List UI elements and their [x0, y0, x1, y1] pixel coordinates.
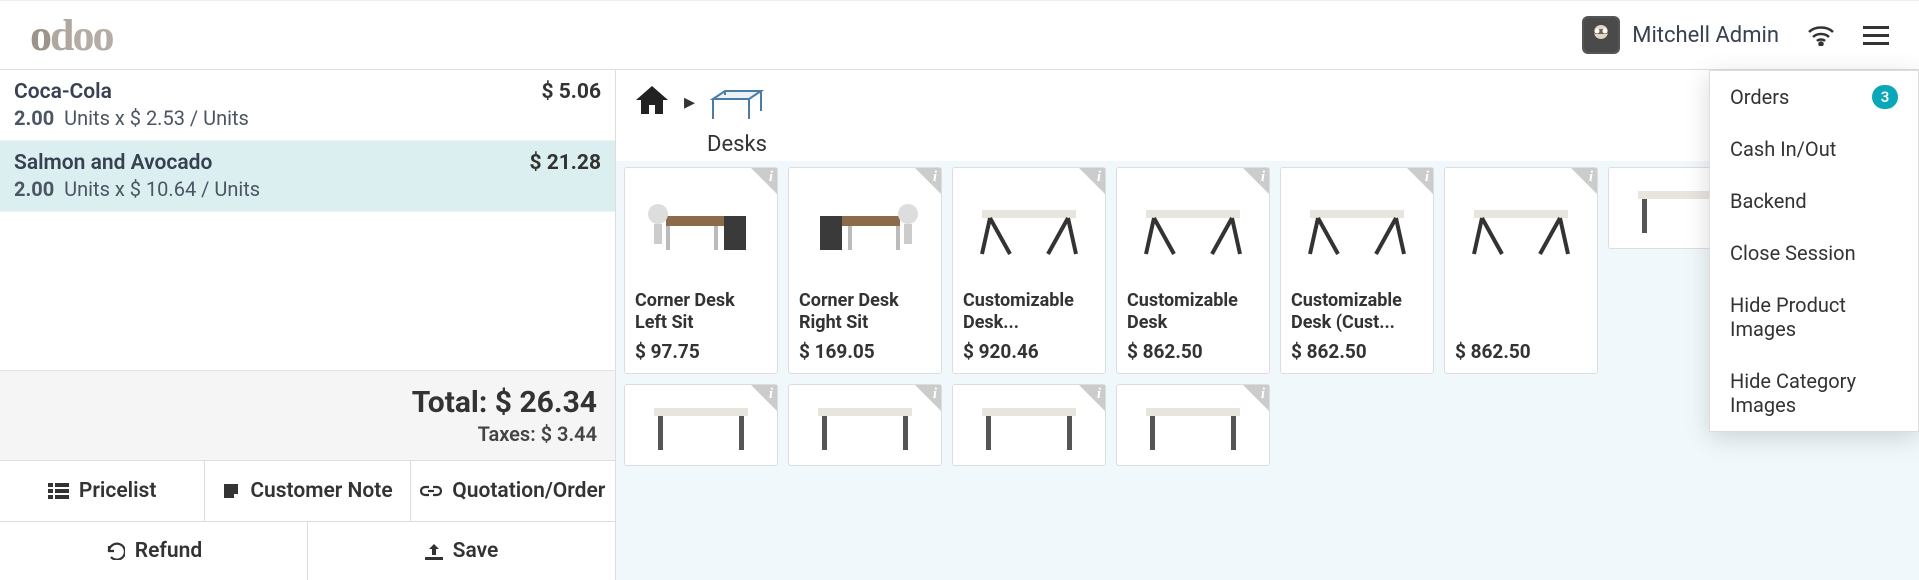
order-line[interactable]: Salmon and Avocado $ 21.282.00 Units x $ … [0, 141, 615, 212]
info-icon[interactable]: i [769, 169, 773, 186]
info-icon[interactable]: i [1261, 169, 1265, 186]
info-icon[interactable]: i [933, 386, 937, 403]
line-product-name: Salmon and Avocado [14, 151, 212, 175]
info-icon[interactable]: i [1261, 386, 1265, 403]
quotation-button[interactable]: Quotation/Order [411, 461, 615, 521]
product-price: $ 862.50 [1291, 340, 1423, 363]
product-price: $ 862.50 [1455, 340, 1587, 363]
info-icon[interactable]: i [1097, 386, 1101, 403]
topbar: odoo Mitchell Admin [0, 0, 1919, 70]
note-icon [222, 482, 240, 500]
product-card[interactable]: i [624, 384, 778, 466]
product-price: $ 862.50 [1127, 340, 1259, 363]
product-image: i [789, 385, 941, 465]
username: Mitchell Admin [1632, 23, 1779, 48]
product-name: Customizable Desk... [963, 290, 1095, 334]
link-icon [420, 485, 442, 497]
avatar [1582, 16, 1620, 54]
line-subtotal: $ 5.06 [541, 80, 601, 104]
info-icon[interactable]: i [933, 169, 937, 186]
product-image: i [625, 168, 777, 282]
customer-note-button[interactable]: Customer Note [205, 461, 410, 521]
info-icon[interactable]: i [769, 386, 773, 403]
menu-hide-category-images[interactable]: Hide Category Images [1710, 355, 1918, 431]
product-image: i [1117, 385, 1269, 465]
order-lines: Coca-Cola $ 5.062.00 Units x $ 2.53 / Uni… [0, 70, 615, 212]
taxes-value: $ 3.44 [541, 422, 597, 446]
product-image: i [625, 385, 777, 465]
product-card[interactable]: i Customizable Desk... $ 920.46 [952, 167, 1106, 374]
product-image: i [1281, 168, 1433, 282]
product-card[interactable]: i Customizable Desk (Cust... $ 862.50 [1280, 167, 1434, 374]
save-button[interactable]: Save [308, 522, 615, 580]
product-card[interactable]: i Customizable Desk (Custom,... $ 862.50 [1116, 167, 1270, 374]
info-icon[interactable]: i [1425, 169, 1429, 186]
info-icon[interactable]: i [1589, 169, 1593, 186]
main-menu-dropdown: Orders 3 Cash In/Out Backend Close Sessi… [1709, 70, 1919, 432]
order-line[interactable]: Coca-Cola $ 5.062.00 Units x $ 2.53 / Uni… [0, 70, 615, 141]
product-name: Corner Desk Right Sit [799, 290, 931, 334]
desk-icon [709, 80, 765, 130]
product-panel: ▸ Desks i Corner Desk Left Sit $ 97.75 i Cor… [616, 70, 1919, 580]
user-chip[interactable]: Mitchell Admin [1582, 16, 1779, 54]
product-card[interactable]: i $ 862.50 [1444, 167, 1598, 374]
product-price: $ 169.05 [799, 340, 931, 363]
product-price: $ 920.46 [963, 340, 1095, 363]
line-detail: 2.00 Units x $ 10.64 / Units [14, 177, 601, 201]
total-value: $ 26.34 [495, 385, 597, 420]
menu-orders[interactable]: Orders 3 [1710, 71, 1918, 123]
product-name: Customizable Desk (Cust... [1291, 290, 1423, 334]
line-detail: 2.00 Units x $ 2.53 / Units [14, 106, 601, 130]
line-subtotal: $ 21.28 [529, 151, 601, 175]
product-name [1455, 290, 1587, 334]
product-name: Customizable Desk (Custom,... [1127, 290, 1259, 334]
product-card[interactable]: i [1116, 384, 1270, 466]
product-card[interactable]: i Corner Desk Left Sit $ 97.75 [624, 167, 778, 374]
product-price: $ 97.75 [635, 340, 767, 363]
action-row-2: Refund Save [0, 521, 615, 580]
breadcrumb-home[interactable] [632, 80, 672, 120]
list-icon [48, 482, 69, 500]
product-image: i [1117, 168, 1269, 282]
menu-backend[interactable]: Backend [1710, 175, 1918, 227]
product-card[interactable]: i Corner Desk Right Sit $ 169.05 [788, 167, 942, 374]
order-panel: Coca-Cola $ 5.062.00 Units x $ 2.53 / Uni… [0, 70, 616, 580]
product-image: i [953, 168, 1105, 282]
hamburger-icon[interactable] [1863, 24, 1889, 46]
info-icon[interactable]: i [1097, 169, 1101, 186]
product-image: i [953, 385, 1105, 465]
order-totals: Total: $ 26.34 Taxes: $ 3.44 [0, 370, 615, 460]
upload-icon [425, 542, 443, 560]
orders-badge: 3 [1872, 85, 1898, 109]
wifi-icon[interactable] [1807, 24, 1835, 46]
line-product-name: Coca-Cola [14, 80, 112, 104]
product-image: i [1445, 168, 1597, 282]
logo[interactable]: odoo [30, 10, 112, 61]
undo-icon [105, 542, 125, 560]
product-name: Corner Desk Left Sit [635, 290, 767, 334]
pricelist-button[interactable]: Pricelist [0, 461, 205, 521]
action-row-1: Pricelist Customer Note Quotation/Order [0, 460, 615, 521]
menu-hide-product-images[interactable]: Hide Product Images [1710, 279, 1918, 355]
menu-close-session[interactable]: Close Session [1710, 227, 1918, 279]
product-card[interactable]: i [952, 384, 1106, 466]
menu-cash[interactable]: Cash In/Out [1710, 123, 1918, 175]
user-area: Mitchell Admin [1582, 16, 1889, 54]
product-image: i [789, 168, 941, 282]
product-card[interactable]: i [788, 384, 942, 466]
total-label: Total: [412, 385, 488, 420]
chevron-right-icon: ▸ [684, 80, 695, 115]
breadcrumb-category[interactable]: Desks [707, 80, 767, 157]
taxes-label: Taxes: [478, 422, 536, 446]
refund-button[interactable]: Refund [0, 522, 308, 580]
breadcrumb-category-label: Desks [707, 132, 767, 157]
